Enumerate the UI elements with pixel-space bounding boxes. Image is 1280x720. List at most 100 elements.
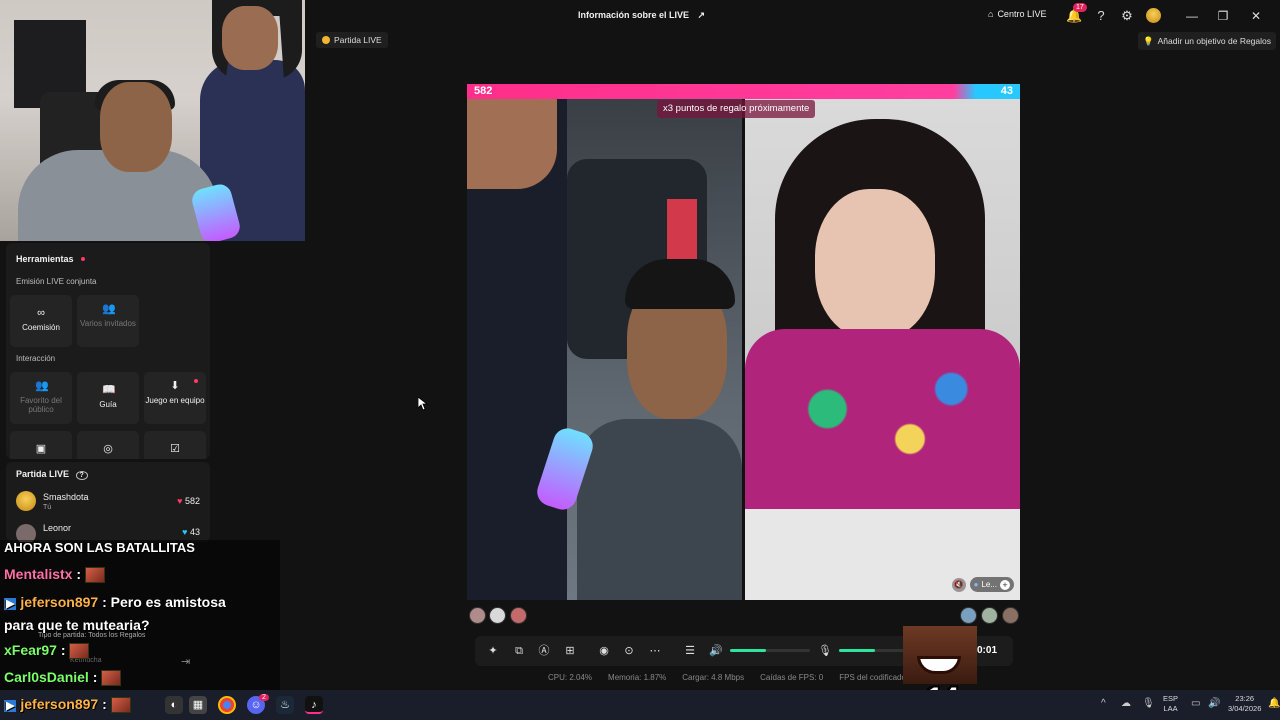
mute-icon[interactable]: 🔇 [951,577,966,592]
chevron-up-icon[interactable]: ^ [1101,698,1106,709]
supporter-avatar[interactable] [960,607,977,624]
volume-icon[interactable]: 🔊 [1208,698,1220,709]
fps-drop-stat: Caídas de FPS: 0 [760,673,824,682]
restore-icon[interactable]: ❐ [1215,8,1231,24]
app-icon[interactable]: ▦ [189,696,207,714]
mic-fill [839,649,875,652]
emote-icon [84,567,105,584]
chat-text: para que te mutearia? [4,617,150,633]
host-camera [467,99,742,600]
guia-button[interactable]: 📖 Guía [77,372,139,424]
player-row[interactable]: Smashdota Tú ♥ 582 [16,491,206,513]
record-icon[interactable]: ◉ [596,643,612,659]
gift-goal-label: Añadir un objetivo de Regalos [1157,36,1272,46]
tool-tile-extra-1[interactable]: ▣ [10,431,72,459]
player-score: ♥ 582 [177,496,200,506]
memory-stat: Memoria: 1.87% [608,673,667,682]
shirt-shape [577,419,742,600]
supporter-avatar[interactable] [489,607,506,624]
varios-invitados-button[interactable]: 👥 Varios invitados [77,295,139,347]
chat-text: : [56,642,70,658]
chat-username: Mentalistx [4,566,73,582]
supporter-avatar[interactable] [981,607,998,624]
supporter-avatar[interactable] [1002,607,1019,624]
users-icon: 👥 [35,380,49,392]
display-icon[interactable]: ▭ [1191,698,1200,709]
favorito-publico-button[interactable]: 👥 Favorito del público [10,372,72,424]
coemision-button[interactable]: ∞ Coemisión [10,295,72,347]
avatar[interactable] [1146,8,1161,23]
partida-live-chip[interactable]: Partida LIVE [316,32,388,48]
live-info-title[interactable]: Información sobre el LIVE ↗ [578,10,705,21]
chat-message: para que te mutearia? [4,617,150,633]
gift-goal-button[interactable]: 💡 Añadir un objetivo de Regalos [1138,32,1277,50]
cloud-icon[interactable]: ☁ [1121,698,1131,709]
tool-tile-extra-3[interactable]: ☑ [144,431,206,459]
clock[interactable]: 23:26 3/04/2026 [1228,694,1261,714]
scene-icon[interactable]: ⊞ [562,643,578,659]
bell-icon[interactable]: 🔔 [1268,698,1280,709]
opponent-chip[interactable]: ● Le... + [969,577,1014,592]
steam-icon[interactable]: ♨ [276,696,294,714]
effects-icon[interactable]: Ⓐ [536,643,552,659]
add-icon[interactable]: + [1000,579,1010,590]
player-score-value: 43 [189,527,200,537]
notification-badge: 17 [1073,3,1087,12]
book-icon: 📖 [102,384,116,396]
face-shape [815,189,935,339]
link-icon: ∞ [37,307,45,319]
lang-top: ESP [1163,694,1179,703]
send-icon[interactable]: ⇥ [181,655,190,668]
opponent-camera [745,99,1020,600]
volume-slider[interactable] [730,649,810,652]
magic-wand-icon[interactable]: ✦ [485,643,501,659]
chat-username: xFear97 [4,642,57,658]
supporter-avatar[interactable] [510,607,527,624]
bonus-banner: x3 puntos de regalo próximamente [657,100,816,118]
tiktok-icon[interactable]: ♪ [305,696,323,714]
section-coemision: Emisión LIVE conjunta [16,277,97,286]
close-icon[interactable]: ✕ [1248,8,1264,24]
partida-live-chip-label: Partida LIVE [334,35,382,45]
partida-live-panel: Partida LIVE ? Smashdota Tú ♥ 582 Leonor… [6,462,210,542]
minimize-icon[interactable]: — [1184,8,1200,24]
huipil-shape [745,329,1020,529]
opponent-controls: 🔇 ● Le... + [951,577,1014,592]
gear-icon[interactable]: ⚙ [1119,8,1135,24]
juego-equipo-label: Juego en equipo [145,396,205,405]
cpu-stat: CPU: 2.04% [548,673,593,682]
help-icon[interactable]: ? [1093,8,1109,24]
camera-switch-icon[interactable]: ⊙ [621,643,637,659]
player-name: Leonor [43,523,72,533]
more-icon[interactable]: ⋯ [647,643,663,659]
supporter-avatar[interactable] [469,607,486,624]
opponent-chip-label: Le... [981,580,997,589]
score-right: 43 [1000,85,1013,97]
opponent-avatar-icon: ● [973,580,979,589]
chrome-icon[interactable] [218,696,236,714]
chat-text: : Pero es amistosa [98,594,226,610]
info-icon[interactable]: ? [75,471,88,480]
battle-timer: 0:01 [977,645,998,656]
player-score-value: 582 [184,496,200,506]
users-icon: 👥 [102,303,116,315]
layout-icon[interactable]: ⧉ [511,643,527,659]
microphone-icon[interactable]: 🎙 [1142,698,1155,709]
tool-tile-extra-2[interactable]: ◎ [77,431,139,459]
checkbox-icon: ☑ [170,443,180,455]
equalizer-icon[interactable]: ☰ [682,643,698,659]
language-indicator[interactable]: ESP LAA [1163,694,1178,714]
avatar [16,491,36,511]
speaker-icon[interactable]: 🔊 [708,643,724,659]
partida-live-title-text: Partida LIVE [16,469,70,479]
hair-shape [625,259,735,309]
chat-message: Mentalistx : [4,566,105,584]
microphone-icon[interactable]: 🎙 [817,643,833,659]
share-icon[interactable]: ↗ [698,10,706,20]
lightbulb-icon: 💡 [1143,36,1154,46]
centro-live-button[interactable]: ⌂ Centro LIVE [988,9,1046,19]
emote-icon [110,697,131,714]
chat-message: Carl0sDaniel : [4,669,122,687]
obs-icon[interactable]: ◐ [165,696,183,714]
chat-text: : [88,669,102,685]
